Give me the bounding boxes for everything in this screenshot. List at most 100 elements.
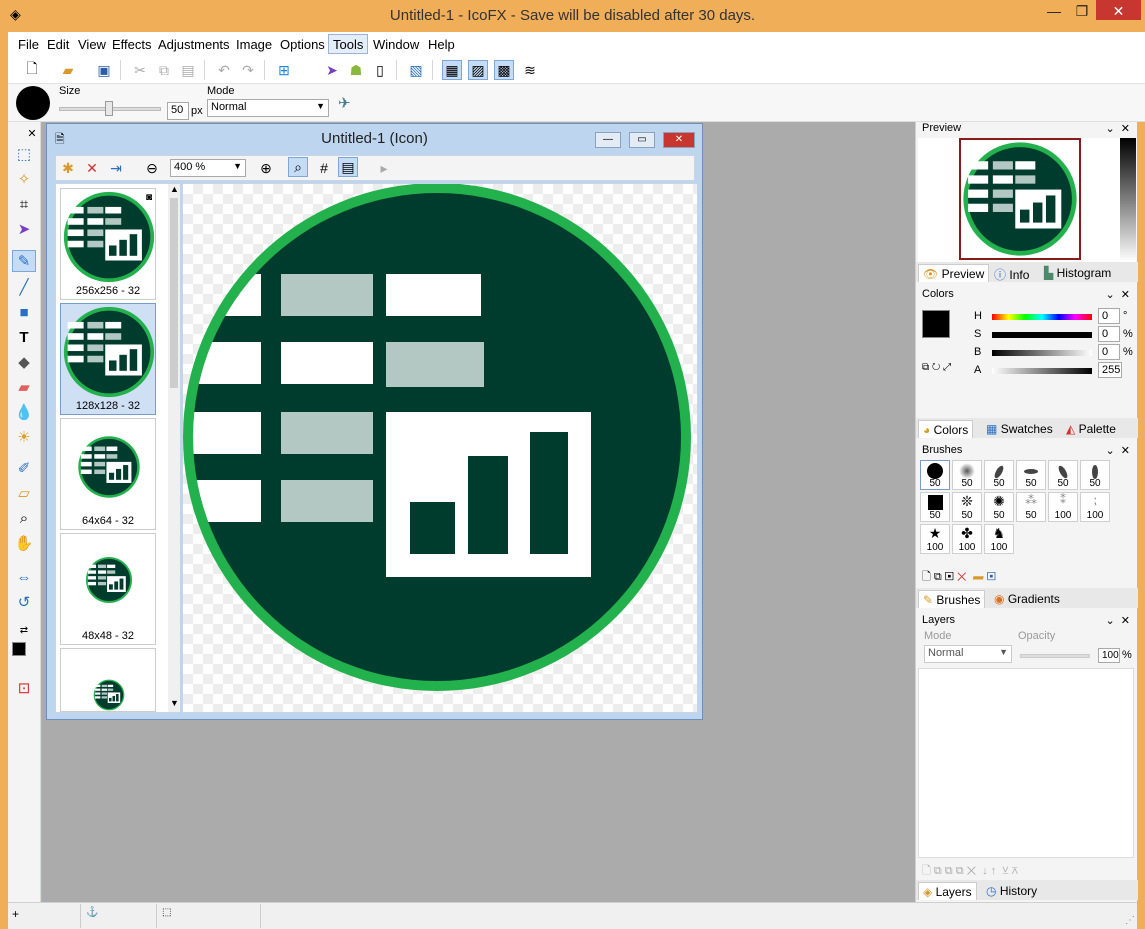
brush-item[interactable]: 50 [920, 460, 950, 490]
tab-info[interactable]: ⓘ Info [990, 264, 1033, 282]
tab-preview[interactable]: 👁 Preview [918, 264, 990, 282]
marquee-tool-icon[interactable]: ⬚ [12, 143, 36, 165]
cursor-icon[interactable]: ➤ [322, 60, 342, 80]
checkerboard-icon[interactable]: ▦ [442, 60, 462, 80]
brush-item[interactable]: ✺ 50 [984, 492, 1014, 522]
layer-opacity-slider[interactable] [1020, 654, 1090, 658]
tab-layers[interactable]: ◈ Layers [918, 882, 977, 900]
preview-toggle-icon[interactable]: ▤ [338, 157, 358, 177]
layers-list[interactable] [918, 668, 1134, 858]
brush-item[interactable]: ❊ 50 [952, 492, 982, 522]
preview-bg-swatches[interactable] [1120, 138, 1136, 262]
brush-item[interactable]: 50 [984, 460, 1014, 490]
brush-item[interactable]: 50 [952, 460, 982, 490]
tab-colors[interactable]: ◕ Colors [918, 420, 974, 438]
hue-slider[interactable] [992, 314, 1092, 320]
tab-swatches[interactable]: ▦ Swatches [982, 420, 1057, 438]
thumb-256[interactable]: ◙ 256x256 - 32 [60, 188, 156, 300]
android-icon[interactable]: ☗ [346, 60, 366, 80]
thumb-scrollbar[interactable]: ▲ ▼ [168, 184, 180, 712]
image-import-icon[interactable]: ▧ [406, 60, 426, 80]
hue-input[interactable]: 0 [1098, 308, 1120, 324]
dodge-tool-icon[interactable]: ☀ [12, 426, 36, 448]
tab-palette[interactable]: ◭ Palette [1062, 420, 1120, 438]
panel-controls[interactable]: ⌄ ✕ [1105, 122, 1130, 135]
mobile-icon[interactable]: ▯ [370, 60, 390, 80]
brush-item[interactable]: 50 [920, 492, 950, 522]
color-picker-tool-icon[interactable]: ✐ [12, 457, 36, 479]
fill-tool-icon[interactable]: ◆ [12, 351, 36, 373]
tab-histogram[interactable]: ▙ Histogram [1040, 264, 1115, 282]
minimize-button[interactable]: — [1040, 0, 1068, 22]
maximize-button[interactable]: ❐ [1068, 0, 1096, 22]
delete-image-icon[interactable]: ✕ [82, 158, 102, 178]
brush-item[interactable]: ⁑ 100 [1048, 492, 1078, 522]
alpha-slider[interactable] [992, 368, 1092, 374]
panel-controls[interactable]: ⌄ ✕ [1105, 288, 1130, 301]
scroll-down-icon[interactable]: ▼ [170, 698, 179, 708]
brush-item[interactable]: ⁏ 100 [1080, 492, 1110, 522]
panel-controls[interactable]: ⌄ ✕ [1105, 614, 1130, 627]
layer-actions-icons[interactable]: 🗋 ⧉ ⧉ ⧉ ✕ ↓ ↑ ⊻ ⊼ [922, 862, 1018, 881]
antialias-icon[interactable]: ✈ [338, 94, 351, 112]
brush-item[interactable]: ✤ 100 [952, 524, 982, 554]
record-icon[interactable]: ⊡ [12, 677, 36, 699]
redo-icon[interactable]: ↷ [238, 60, 258, 80]
animation-icon[interactable]: ▸ [374, 158, 394, 178]
tab-brushes[interactable]: ✎ Brushes [918, 590, 986, 608]
menu-help[interactable]: Help [424, 35, 459, 55]
brush-item[interactable]: ♞ 100 [984, 524, 1014, 554]
menu-effects[interactable]: Effects [108, 35, 156, 55]
size-slider-thumb[interactable] [105, 101, 113, 116]
copy-icon[interactable]: ⧉ [154, 60, 174, 80]
brush-actions-icons[interactable]: 🗋 ⧉ ▣ ✕ ▰ ▣ [922, 568, 996, 587]
rotate-icon[interactable]: ↺ [12, 591, 36, 613]
scroll-up-icon[interactable]: ▲ [170, 184, 179, 194]
edit-canvas[interactable] [182, 183, 698, 713]
thumb-32[interactable] [60, 648, 156, 712]
export-image-icon[interactable]: ⇥ [106, 158, 126, 178]
flip-horizontal-icon[interactable]: ⇔ [12, 566, 36, 588]
panel-controls[interactable]: ⌄ ✕ [1105, 444, 1130, 457]
layer-opacity-input[interactable]: 100 [1098, 648, 1120, 663]
grid-dots-icon[interactable]: ▩ [494, 60, 514, 80]
layer-mode-select[interactable]: Normal ▼ [924, 645, 1012, 663]
zoom-out-icon[interactable]: ⊖ [142, 158, 162, 178]
brush-item[interactable]: 50 [1048, 460, 1078, 490]
doc-close-button[interactable]: ✕ [663, 132, 695, 148]
ruler-tool-icon[interactable]: ▱ [12, 482, 36, 504]
thumb-48[interactable]: 48x48 - 32 [60, 533, 156, 645]
zoom-in-icon[interactable]: ⊕ [256, 158, 276, 178]
scroll-thumb[interactable] [170, 198, 178, 388]
saturation-input[interactable]: 0 [1098, 326, 1120, 342]
menu-tools[interactable]: Tools [328, 34, 369, 54]
add-image-icon[interactable]: ✱ [58, 158, 78, 178]
line-tool-icon[interactable]: ╱ [12, 276, 36, 298]
magic-wand-tool-icon[interactable]: ✧ [12, 168, 36, 190]
palette-close-icon[interactable]: ✕ [26, 122, 38, 144]
menu-options[interactable]: Options [276, 35, 329, 55]
brush-preview[interactable] [16, 86, 50, 120]
brush-item[interactable]: ⁂ 50 [1016, 492, 1046, 522]
close-button[interactable]: ✕ [1096, 0, 1141, 20]
color-tools-icons[interactable]: ⧉ ↻ ⤢ [922, 362, 951, 373]
zoom-select[interactable]: 400 % ▼ [170, 159, 246, 177]
foreground-color-swatch[interactable] [12, 642, 26, 656]
open-folder-icon[interactable]: ▰ [58, 60, 78, 80]
size-input[interactable]: 50 [167, 102, 189, 120]
tab-history[interactable]: ◷ History [982, 882, 1041, 900]
menu-adjustments[interactable]: Adjustments [154, 35, 234, 55]
doc-minimize-button[interactable]: — [595, 132, 621, 148]
thumb-128[interactable]: 128x128 - 32 [60, 303, 156, 415]
zoom-fit-icon[interactable]: ⌕ [288, 157, 308, 177]
hatch-icon[interactable]: ▨ [468, 60, 488, 80]
hand-tool-icon[interactable]: ✋ [12, 532, 36, 554]
cut-icon[interactable]: ✂ [130, 60, 150, 80]
windows-icon[interactable]: ⊞ [274, 60, 294, 80]
save-icon[interactable]: ▣ [94, 60, 114, 80]
menu-file[interactable]: File [14, 35, 43, 55]
brush-tool-icon[interactable]: ✎ [12, 250, 36, 272]
resize-grip-icon[interactable]: ⋰ [1125, 915, 1135, 926]
rectangle-tool-icon[interactable]: ■ [12, 301, 36, 323]
menu-edit[interactable]: Edit [43, 35, 73, 55]
